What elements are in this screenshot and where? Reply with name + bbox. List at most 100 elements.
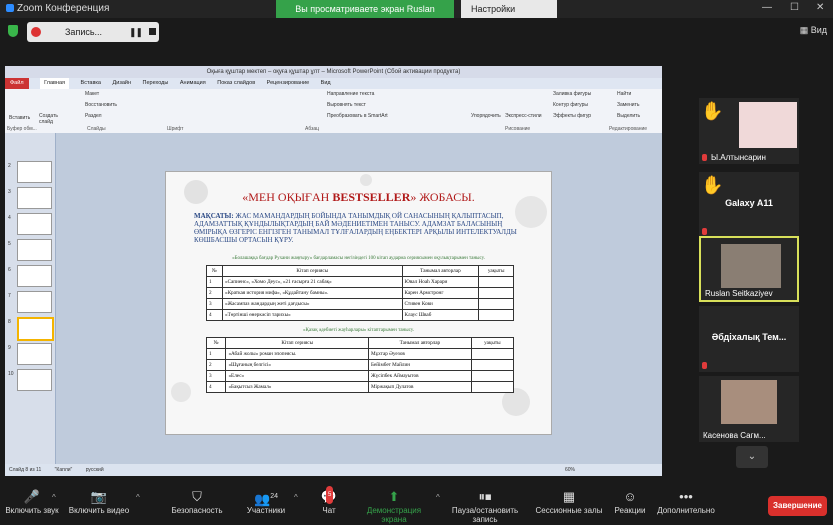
- table-cell: Кітап сериясы: [225, 337, 369, 349]
- thumb-number: 2: [8, 163, 11, 169]
- table-cell: №: [205, 337, 227, 349]
- participants-caret[interactable]: ^: [294, 493, 298, 502]
- slide-thumbnail[interactable]: [17, 369, 52, 391]
- participant-tile[interactable]: Касенова Сагм...: [699, 376, 799, 442]
- video-options-caret[interactable]: ^: [136, 493, 140, 502]
- participant-tile[interactable]: ✋ Galaxy A11: [699, 172, 799, 238]
- table-cell: уақыты: [478, 265, 514, 277]
- view-button[interactable]: ▦ Вид: [800, 25, 827, 36]
- security-shield-icon[interactable]: [8, 25, 18, 37]
- ppt-tab-view[interactable]: Вид: [321, 78, 331, 89]
- security-button[interactable]: ⛉ Безопасность: [168, 488, 226, 515]
- ppt-tab-insert[interactable]: Вставка: [81, 78, 101, 89]
- end-meeting-button[interactable]: Завершение: [768, 496, 827, 516]
- pause-recording-button[interactable]: ⏸⏹ Пауза/остановить запись: [440, 488, 530, 524]
- align-text-button[interactable]: Выровнять текст: [327, 102, 366, 108]
- table-cell: [478, 298, 514, 310]
- thumb-number: 10: [8, 371, 14, 377]
- table-row: 4 «Бақытсыз Жамал» Міржақып Дулатов: [205, 381, 515, 393]
- participant-name: Әбдіхалық Тем...: [711, 332, 787, 342]
- table-row: 2 «Краткая история мифа», «Құдайтану бамн…: [206, 287, 514, 299]
- participant-tile[interactable]: ✋ Ы.Алтынсарин: [699, 98, 799, 164]
- replace-button[interactable]: Заменить: [617, 102, 639, 108]
- close-icon[interactable]: ✕: [816, 2, 824, 13]
- ppt-tab-slideshow[interactable]: Показ слайдов: [217, 78, 255, 89]
- ribbon-group-editing: Редактирование: [609, 126, 648, 132]
- slide-goal-text: МАҚСАТЫ: ЖАС МАМАНДАРДЫҢ БОЙЫНДА ТАНЫМДЫ…: [194, 212, 524, 244]
- thumb-number: 3: [8, 189, 11, 195]
- create-slide-button[interactable]: Создать слайд: [39, 113, 61, 125]
- select-button[interactable]: Выделить: [617, 113, 640, 119]
- restore-button[interactable]: Восстановить: [85, 102, 117, 108]
- layout-button[interactable]: Макет: [85, 91, 99, 97]
- muted-mic-icon: [702, 228, 707, 235]
- share-screen-label: Демонстрация экрана: [366, 506, 422, 524]
- slide-thumbnail[interactable]: [17, 343, 52, 365]
- start-video-button[interactable]: 📷 Включить видео: [66, 488, 132, 515]
- table-cell: «Краткая история мифа», «Құдайтану бамны…: [221, 287, 403, 299]
- stop-recording-icon[interactable]: [149, 28, 156, 35]
- heading-prefix: «МЕН ОҚЫҒАН: [242, 190, 333, 204]
- ribbon-group-drawing: Рисование: [505, 126, 531, 132]
- arrange-button[interactable]: Упорядочить: [471, 113, 501, 119]
- share-screen-button[interactable]: ⬆ Демонстрация экрана: [354, 488, 434, 524]
- paste-button[interactable]: Вставить: [9, 115, 30, 121]
- thumb-number: 8: [8, 319, 11, 325]
- more-button[interactable]: ••• Дополнительно: [654, 488, 718, 515]
- ppt-tab-review[interactable]: Рецензирование: [267, 78, 309, 89]
- shape-fill-button[interactable]: Заливка фигуры: [553, 91, 591, 97]
- pause-recording-icon[interactable]: ❚❚: [129, 27, 143, 38]
- view-options-button[interactable]: Настройки просмотра ▾: [461, 0, 557, 32]
- table-cell: Жүсіпбек Аймауытов: [367, 370, 472, 382]
- participant-name: Galaxy A11: [725, 198, 773, 208]
- ppt-tab-animation[interactable]: Анимация: [180, 78, 206, 89]
- participant-tile[interactable]: Әбдіхалық Тем...: [699, 306, 799, 372]
- ppt-tab-home[interactable]: Главная: [40, 78, 69, 89]
- participant-tile-active-speaker[interactable]: Ruslan Seitkaziyev: [699, 236, 799, 302]
- quick-styles-button[interactable]: Экспресс-стили: [505, 113, 542, 119]
- minimize-icon[interactable]: —: [762, 2, 772, 13]
- table-cell: Мұхтар Әуезов: [367, 348, 472, 360]
- slide-canvas[interactable]: «МЕН ОҚЫҒАН BESTSELLER» ЖОБАСЫ. МАҚСАТЫ:…: [165, 171, 552, 435]
- slide-thumbnail[interactable]: [17, 239, 52, 261]
- ppt-tab-design[interactable]: Дизайн: [113, 78, 132, 89]
- participant-video: [721, 380, 777, 424]
- table-cell: Клаус Шваб: [401, 309, 480, 321]
- shape-effects-button[interactable]: Эффекты фигур: [553, 113, 591, 119]
- slide-thumbnail[interactable]: [17, 265, 52, 287]
- breakout-rooms-label: Сессионные залы: [535, 506, 603, 515]
- slide-thumbnail[interactable]: [17, 213, 52, 235]
- slide-thumbnails-pane[interactable]: 2 3 4 5 6 7 8 9 10: [5, 133, 56, 464]
- chat-icon: 💬5: [315, 486, 343, 506]
- gallery-scroll-down-button[interactable]: ⌄: [736, 446, 768, 468]
- text-direction-button[interactable]: Направление текста: [327, 91, 374, 97]
- pause-stop-icon: ⏸⏹: [478, 489, 492, 504]
- breakout-rooms-button[interactable]: ▦ Сессионные залы: [534, 488, 604, 515]
- smartart-button[interactable]: Преобразовать в SmartArt: [327, 113, 388, 119]
- slide-thumbnail[interactable]: [17, 291, 52, 313]
- shape-outline-button[interactable]: Контур фигуры: [553, 102, 588, 108]
- participants-button[interactable]: 👥24 Участники: [240, 488, 292, 515]
- table-cell: 3: [206, 298, 223, 310]
- security-label: Безопасность: [171, 506, 223, 515]
- table-cell: «Елес»: [225, 370, 369, 382]
- reactions-button[interactable]: ☺ Реакции: [612, 488, 648, 515]
- thumb-number: 9: [8, 345, 11, 351]
- ppt-tab-file[interactable]: Файл: [5, 78, 29, 89]
- section-button[interactable]: Раздел: [85, 113, 102, 119]
- chat-button[interactable]: 💬5 Чат: [315, 486, 343, 515]
- view-label: Вид: [810, 25, 827, 35]
- table-header-row: № Кітап сериясы Танымал авторлар уақыты: [205, 337, 515, 349]
- maximize-icon[interactable]: ☐: [790, 2, 799, 13]
- slide-thumbnail-selected[interactable]: [17, 317, 54, 341]
- status-zoom[interactable]: 60%: [565, 464, 575, 476]
- find-button[interactable]: Найти: [617, 91, 631, 97]
- slide-thumbnail[interactable]: [17, 161, 52, 183]
- audio-options-caret[interactable]: ^: [52, 493, 56, 502]
- table-cell: уақыты: [470, 337, 515, 349]
- table-cell: 4: [206, 309, 223, 321]
- chat-label: Чат: [322, 506, 336, 515]
- participant-video: [739, 102, 797, 148]
- slide-thumbnail[interactable]: [17, 187, 52, 209]
- ppt-tab-transitions[interactable]: Переходы: [143, 78, 169, 89]
